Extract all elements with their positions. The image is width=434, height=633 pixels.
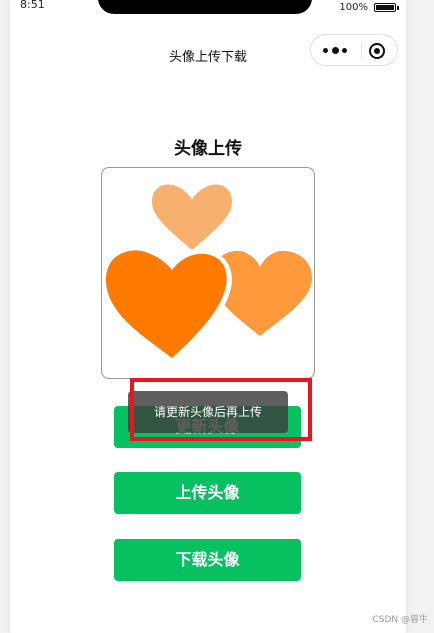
miniprogram-capsule: [310, 34, 398, 66]
annotation-highlight-box: [130, 378, 312, 441]
capsule-divider: [361, 43, 362, 59]
navigation-bar: 头像上传下载: [10, 34, 406, 74]
section-title: 头像上传: [174, 139, 242, 159]
battery-icon: [374, 3, 399, 12]
avatar-preview[interactable]: [101, 167, 315, 379]
screenshot-page: 8:51 100% 头像上传下载 头像上传 上传头像 下载头像 请更新头像后再上…: [0, 0, 434, 633]
device-notch: [98, 0, 312, 14]
status-time: 8:51: [20, 0, 45, 11]
battery-percent: 100%: [339, 2, 368, 13]
upload-avatar-button[interactable]: 上传头像: [114, 472, 301, 514]
more-dots-icon[interactable]: [323, 47, 351, 54]
heart-dark-icon: [106, 250, 227, 358]
download-avatar-button[interactable]: 下载头像: [114, 539, 301, 581]
watermark-text: CSDN @曾牛: [372, 615, 428, 625]
phone-screen: 8:51 100% 头像上传下载 头像上传 上传头像 下载头像 请更新头像后再上…: [10, 0, 406, 633]
hearts-image: [102, 184, 312, 364]
target-close-icon[interactable]: [369, 43, 385, 59]
heart-light-icon: [152, 184, 232, 250]
status-bar: 8:51 100%: [10, 0, 406, 18]
